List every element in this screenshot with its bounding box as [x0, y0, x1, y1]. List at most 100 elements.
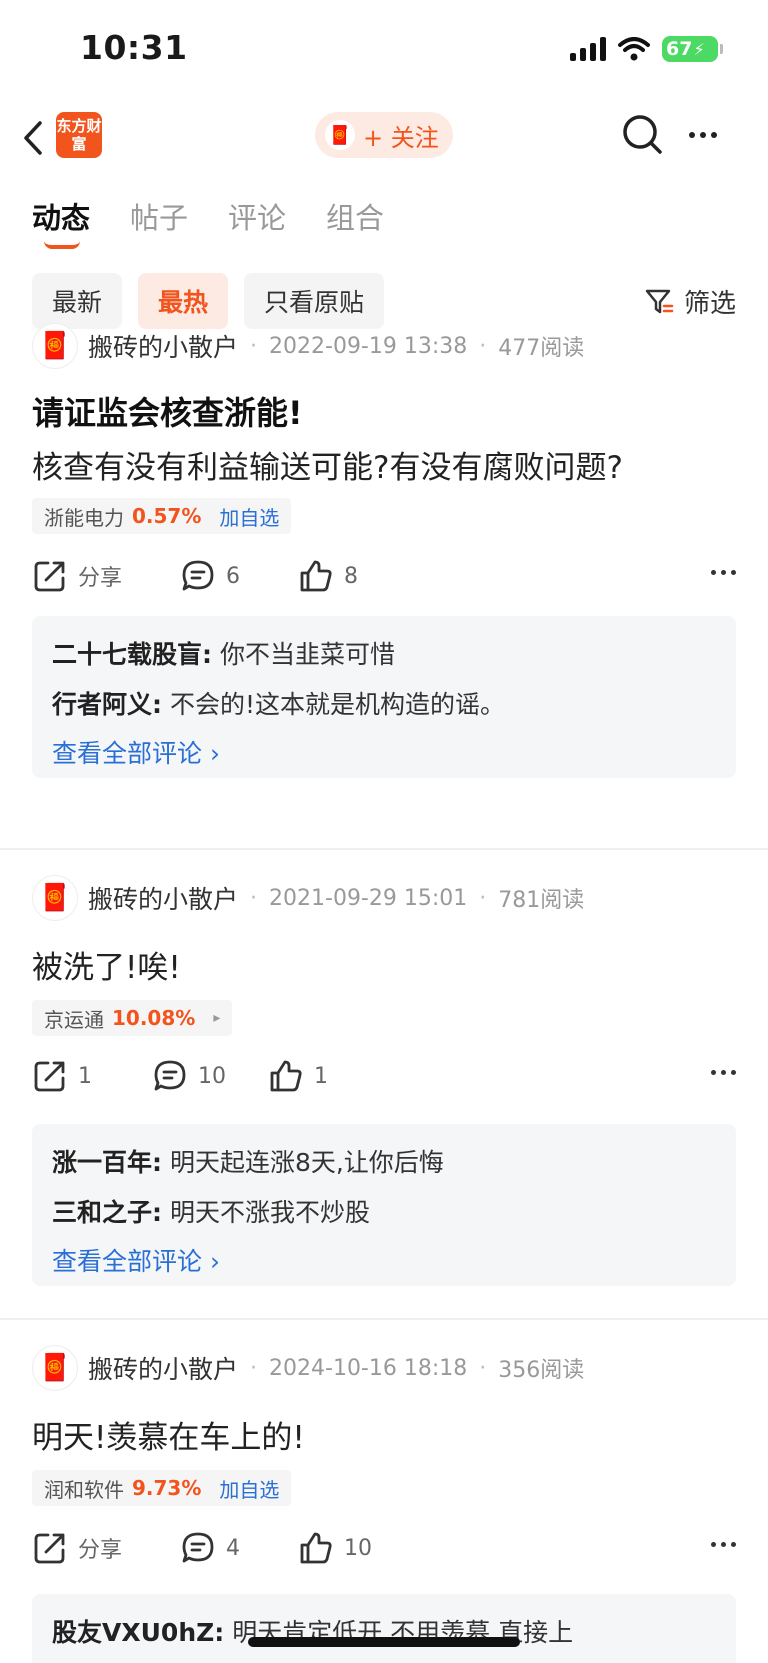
comment-button[interactable]: 4: [180, 1524, 240, 1572]
share-icon: [34, 561, 65, 592]
like-button[interactable]: 10: [298, 1524, 372, 1572]
tab-portfolio[interactable]: 组合: [326, 195, 384, 237]
post-date: 2022-09-19 13:38: [269, 333, 468, 359]
share-button[interactable]: 1: [32, 1052, 92, 1100]
post-more-button[interactable]: [711, 570, 736, 575]
share-button[interactable]: 分享: [32, 1524, 122, 1572]
comment-icon: [154, 1060, 186, 1091]
post-card: 🧧 搬砖的小散户 · 2021-09-29 15:01 · 781阅读 被洗了!…: [0, 874, 768, 1304]
more-dot-icon: [731, 570, 736, 575]
comment-user[interactable]: 股友VXU0hZ:: [52, 1618, 224, 1647]
stock-change: 10.08%: [112, 1006, 196, 1030]
comment-item[interactable]: 涨一百年: 明天起连涨8天,让你后悔: [52, 1138, 716, 1188]
share-label: 分享: [78, 566, 123, 591]
comment-count: 6: [226, 563, 240, 589]
view-all-comments-link[interactable]: 查看全部评论 ›: [52, 730, 716, 778]
comment-preview[interactable]: 二十七载股盲: 你不当韭菜可惜 行者阿义: 不会的!这本就是机构造的谣。 查看全…: [32, 616, 736, 778]
more-dot-icon: [721, 1070, 726, 1075]
post-header: 🧧 搬砖的小散户 · 2021-09-29 15:01 · 781阅读: [32, 874, 584, 922]
more-dot-icon: [721, 570, 726, 575]
read-count: 781阅读: [498, 888, 585, 913]
comment-item[interactable]: 股友VXU0hZ: 明天肯定低开 不用羡慕 直接上: [52, 1608, 716, 1658]
post-title[interactable]: 请证监会核查浙能!: [32, 388, 303, 434]
stock-change: 9.73%: [132, 1476, 202, 1500]
comment-icon: [182, 1532, 214, 1563]
comment-text: 你不当韭菜可惜: [219, 640, 395, 669]
stock-name: 浙能电力: [44, 505, 124, 530]
post-actions: 1 10 1: [32, 1052, 736, 1100]
share-button[interactable]: 分享: [32, 552, 122, 600]
like-count: 1: [314, 1063, 328, 1089]
user-avatar-icon: 🧧: [325, 120, 355, 150]
stock-tag[interactable]: 京运通 10.08% ▸: [32, 1000, 233, 1036]
post-actions: 分享 4 10: [32, 1524, 736, 1572]
more-options-button[interactable]: [678, 110, 728, 160]
battery-level: 67: [666, 38, 693, 60]
share-label: 分享: [78, 1538, 123, 1563]
tab-activity[interactable]: 动态: [32, 195, 90, 237]
post-body[interactable]: 被洗了!唉!: [32, 942, 181, 987]
comment-preview[interactable]: 股友VXU0hZ: 明天肯定低开 不用羡慕 直接上: [32, 1594, 736, 1663]
app-logo[interactable]: 东方财富: [56, 112, 102, 158]
post-body[interactable]: 核查有没有利益输送可能?有没有腐败问题?: [32, 442, 623, 487]
author-avatar-icon[interactable]: 🧧: [32, 323, 78, 369]
more-dot-icon: [711, 570, 716, 575]
stock-change: 0.57%: [132, 504, 202, 528]
status-bar: 10:31 67 ⚡: [0, 0, 768, 100]
comment-item[interactable]: 二十七载股盲: 你不当韭菜可惜: [52, 630, 716, 680]
like-button[interactable]: 8: [298, 552, 358, 600]
more-dot-icon: [689, 132, 695, 138]
stock-name: 润和软件: [44, 1477, 124, 1502]
home-indicator: [248, 1637, 520, 1647]
filter-button[interactable]: 筛选: [644, 283, 736, 320]
nav-bar: 东方财富 🧧 + 关注: [0, 100, 768, 174]
battery-icon: 67 ⚡: [662, 36, 723, 62]
thumbs-up-icon: [270, 1060, 302, 1092]
filter-latest[interactable]: 最新: [32, 273, 123, 329]
post-body[interactable]: 明天!羡慕在车上的!: [32, 1412, 305, 1457]
post-header: 🧧 搬砖的小散户 · 2024-10-16 18:18 · 356阅读: [32, 1344, 584, 1392]
filter-chips: 最新 最热 只看原贴: [32, 273, 385, 329]
tab-posts[interactable]: 帖子: [130, 195, 188, 237]
comment-button[interactable]: 6: [180, 552, 240, 600]
filter-icon: [645, 289, 674, 313]
follow-button[interactable]: 🧧 + 关注: [315, 112, 453, 158]
comment-count: 10: [198, 1063, 226, 1089]
comment-user[interactable]: 涨一百年:: [52, 1148, 162, 1177]
view-all-comments-link[interactable]: 查看全部评论 ›: [52, 1238, 716, 1286]
comment-count: 4: [226, 1535, 240, 1561]
comment-item[interactable]: 行者阿义: 不会的!这本就是机构造的谣。: [52, 680, 716, 730]
author-name[interactable]: 搬砖的小散户: [88, 1350, 238, 1386]
comment-user[interactable]: 三和之子:: [52, 1198, 162, 1227]
tab-comments[interactable]: 评论: [228, 195, 286, 237]
add-watchlist-button[interactable]: 加自选: [219, 1474, 279, 1503]
post-date: 2024-10-16 18:18: [269, 1355, 468, 1381]
author-name[interactable]: 搬砖的小散户: [88, 880, 238, 916]
like-button[interactable]: 1: [268, 1052, 328, 1100]
comment-preview[interactable]: 涨一百年: 明天起连涨8天,让你后悔 三和之子: 明天不涨我不炒股 查看全部评论…: [32, 1124, 736, 1286]
share-icon: [34, 1533, 65, 1564]
stock-tag[interactable]: 浙能电力 0.57% 加自选: [32, 498, 292, 534]
filter-original-only[interactable]: 只看原贴: [244, 273, 385, 329]
post-card: 🧧 搬砖的小散户 · 2024-10-16 18:18 · 356阅读 明天!羡…: [0, 1344, 768, 1663]
comment-button[interactable]: 10: [152, 1052, 226, 1100]
thumbs-up-icon: [300, 560, 332, 592]
comment-user[interactable]: 二十七载股盲:: [52, 640, 212, 669]
chevron-left-icon: [24, 121, 42, 155]
author-avatar-icon[interactable]: 🧧: [32, 875, 78, 921]
like-count: 10: [344, 1535, 372, 1561]
thumbs-up-icon: [300, 1532, 332, 1564]
add-watchlist-button[interactable]: 加自选: [219, 502, 279, 531]
stock-tag[interactable]: 润和软件 9.73% 加自选: [32, 1470, 292, 1506]
post-more-button[interactable]: [711, 1542, 736, 1547]
post-more-button[interactable]: [711, 1070, 736, 1075]
author-avatar-icon[interactable]: 🧧: [32, 1345, 78, 1391]
back-button[interactable]: [18, 118, 48, 158]
comment-item[interactable]: 三和之子: 明天不涨我不炒股: [52, 1188, 716, 1238]
author-name[interactable]: 搬砖的小散户: [88, 328, 238, 364]
follow-label: + 关注: [363, 123, 439, 152]
search-button[interactable]: [618, 110, 668, 160]
comment-user[interactable]: 行者阿义:: [52, 690, 162, 719]
post-header: 🧧 搬砖的小散户 · 2022-09-19 13:38 · 477阅读: [32, 322, 584, 370]
filter-hottest[interactable]: 最热: [138, 273, 229, 329]
